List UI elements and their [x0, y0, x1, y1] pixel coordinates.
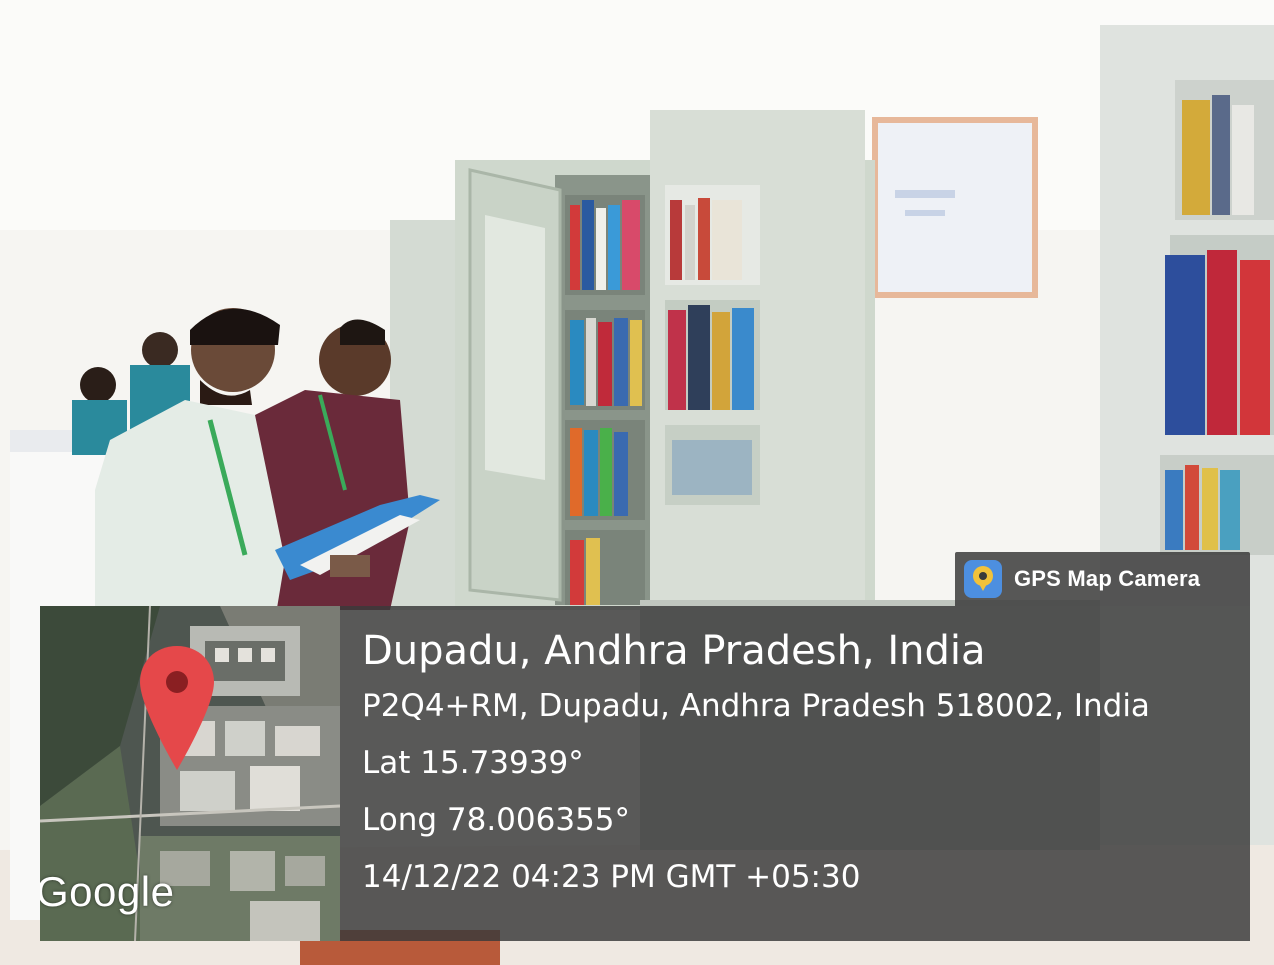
longitude-value: Long 78.006355°	[362, 802, 631, 838]
timestamp: 14/12/22 04:23 PM GMT +05:30	[362, 859, 861, 895]
latitude-value: Lat 15.73939°	[362, 745, 584, 781]
gps-badge-label: GPS Map Camera	[1014, 566, 1201, 591]
location-title: Dupadu, Andhra Pradesh, India	[362, 628, 986, 674]
location-address: P2Q4+RM, Dupadu, Andhra Pradesh 518002, …	[362, 688, 1150, 724]
gps-map-camera-badge: GPS Map Camera	[955, 552, 1250, 606]
location-details: Dupadu, Andhra Pradesh, India P2Q4+RM, D…	[362, 624, 1150, 906]
gps-map-camera-app-icon	[964, 560, 1002, 598]
google-logo: Google	[40, 868, 175, 915]
map-thumbnail: Google	[40, 606, 340, 941]
location-info-panel: Google Dupadu, Andhra Pradesh, India P2Q…	[40, 606, 1250, 941]
location-pin-icon	[140, 646, 214, 770]
